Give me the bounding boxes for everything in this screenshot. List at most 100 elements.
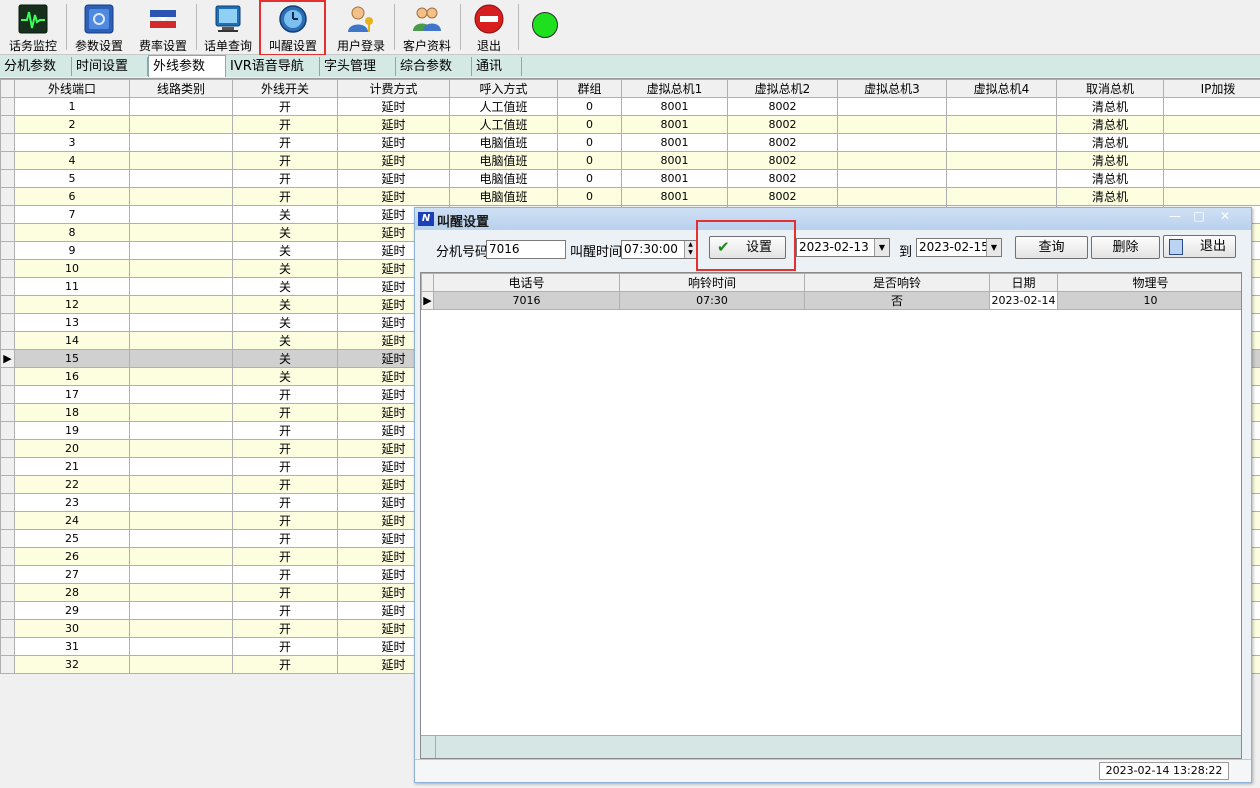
wakeup-settings-button[interactable]: 叫醒设置 (262, 2, 324, 53)
table-cell[interactable]: 关 (232, 223, 338, 242)
table-cell[interactable]: 17 (14, 385, 130, 404)
close-icon[interactable]: ✕ (1215, 208, 1235, 224)
table-cell[interactable] (129, 637, 233, 656)
table-cell[interactable] (129, 385, 233, 404)
table-cell[interactable]: 延时 (337, 97, 450, 116)
table-cell[interactable]: 7 (14, 205, 130, 224)
table-cell[interactable]: 开 (232, 169, 338, 188)
table-cell[interactable]: 1 (14, 97, 130, 116)
table-cell[interactable] (946, 97, 1057, 116)
table-cell[interactable]: 8001 (621, 133, 728, 152)
row-selector[interactable] (0, 385, 15, 404)
table-cell[interactable] (129, 457, 233, 476)
table-cell[interactable] (129, 331, 233, 350)
table-cell[interactable] (129, 97, 233, 116)
table-cell[interactable]: 开 (232, 511, 338, 530)
table-cell[interactable]: 延时 (337, 169, 450, 188)
table-cell[interactable] (129, 421, 233, 440)
table-cell[interactable]: 开 (232, 439, 338, 458)
table-cell[interactable] (837, 187, 947, 206)
table-cell[interactable]: 11 (14, 277, 130, 296)
row-selector[interactable]: ▶ (421, 291, 434, 310)
table-cell[interactable]: 0 (557, 115, 622, 134)
column-header[interactable]: 日期 (989, 273, 1058, 292)
table-cell[interactable]: 延时 (337, 133, 450, 152)
table-cell[interactable]: 开 (232, 97, 338, 116)
table-cell[interactable]: 电脑值班 (449, 187, 558, 206)
table-cell[interactable] (129, 547, 233, 566)
column-header[interactable]: 物理号 (1057, 273, 1241, 292)
column-header[interactable]: IP加拨 (1163, 79, 1260, 98)
table-cell[interactable]: 29 (14, 601, 130, 620)
tab-time-settings[interactable]: 时间设置 (72, 57, 148, 76)
table-cell[interactable]: 26 (14, 547, 130, 566)
table-cell[interactable] (129, 475, 233, 494)
table-cell[interactable]: 8002 (727, 97, 838, 116)
table-cell[interactable]: 07:30 (619, 291, 805, 310)
time-spinner-icon[interactable]: ▲ ▼ (684, 241, 696, 258)
wakeup-records-grid[interactable]: 电话号 响铃时间 是否响铃 日期 物理号 ▶ 7016 07:30 否 2023-02-14 10 (420, 272, 1242, 759)
minimize-icon[interactable]: — (1165, 208, 1185, 224)
table-cell[interactable]: 清总机 (1056, 97, 1164, 116)
tab-prefix-management[interactable]: 字头管理 (320, 57, 396, 76)
set-button[interactable]: ✔ 设置 (709, 236, 786, 259)
table-cell[interactable]: 32 (14, 655, 130, 674)
table-cell[interactable]: 开 (232, 403, 338, 422)
row-selector[interactable] (0, 475, 15, 494)
table-cell[interactable]: 开 (232, 151, 338, 170)
table-cell[interactable]: 30 (14, 619, 130, 638)
row-selector[interactable] (0, 133, 15, 152)
table-cell[interactable] (129, 439, 233, 458)
tab-ivr-navigation[interactable]: IVR语音导航 (226, 57, 320, 76)
row-selector[interactable] (0, 295, 15, 314)
table-cell[interactable] (129, 349, 233, 368)
table-cell[interactable] (129, 565, 233, 584)
table-cell[interactable]: 关 (232, 331, 338, 350)
table-cell[interactable]: 延时 (337, 115, 450, 134)
table-cell[interactable]: 否 (804, 291, 990, 310)
table-cell[interactable]: 8001 (621, 169, 728, 188)
table-cell[interactable]: 13 (14, 313, 130, 332)
row-selector[interactable] (0, 457, 15, 476)
table-cell[interactable] (129, 511, 233, 530)
table-cell[interactable] (837, 133, 947, 152)
table-cell[interactable]: 开 (232, 115, 338, 134)
table-cell[interactable]: 开 (232, 547, 338, 566)
row-selector[interactable] (0, 547, 15, 566)
table-cell[interactable] (129, 205, 233, 224)
table-cell[interactable]: 电脑值班 (449, 133, 558, 152)
table-cell[interactable] (837, 151, 947, 170)
table-row[interactable]: 1 开延时 人工值班 0 8001 8002 清总机 (0, 97, 1260, 116)
tab-communication[interactable]: 通讯 (472, 57, 522, 76)
row-selector[interactable] (0, 151, 15, 170)
table-cell[interactable]: 清总机 (1056, 187, 1164, 206)
wakeup-time-input[interactable]: 07:30:00 ▲ ▼ (621, 240, 697, 259)
call-record-query-button[interactable]: 话单查询 (198, 2, 258, 53)
table-cell[interactable]: 电脑值班 (449, 169, 558, 188)
row-selector[interactable] (0, 655, 15, 674)
table-cell[interactable] (129, 259, 233, 278)
table-cell[interactable]: 0 (557, 169, 622, 188)
table-cell[interactable]: 人工值班 (449, 115, 558, 134)
table-cell[interactable] (837, 115, 947, 134)
row-selector[interactable] (0, 223, 15, 242)
column-header[interactable]: 虚拟总机1 (621, 79, 728, 98)
row-selector[interactable] (0, 439, 15, 458)
row-selector[interactable] (0, 259, 15, 278)
row-selector[interactable]: ▶ (0, 349, 15, 368)
table-row[interactable]: 6 开延时 电脑值班 0 8001 8002 清总机 (0, 187, 1260, 206)
table-cell[interactable]: 8 (14, 223, 130, 242)
dialog-titlebar[interactable]: N 叫醒设置 — □ ✕ (415, 208, 1251, 230)
table-cell[interactable]: 人工值班 (449, 97, 558, 116)
row-selector[interactable] (0, 205, 15, 224)
row-selector[interactable] (0, 169, 15, 188)
table-cell[interactable]: 6 (14, 187, 130, 206)
table-cell[interactable]: 16 (14, 367, 130, 386)
row-selector[interactable] (0, 511, 15, 530)
table-cell[interactable] (837, 97, 947, 116)
table-cell[interactable] (129, 115, 233, 134)
table-cell[interactable] (1163, 97, 1260, 116)
date-from-select[interactable]: 2023-02-13 ▼ (796, 238, 890, 257)
table-cell[interactable]: 关 (232, 367, 338, 386)
row-selector[interactable] (0, 637, 15, 656)
